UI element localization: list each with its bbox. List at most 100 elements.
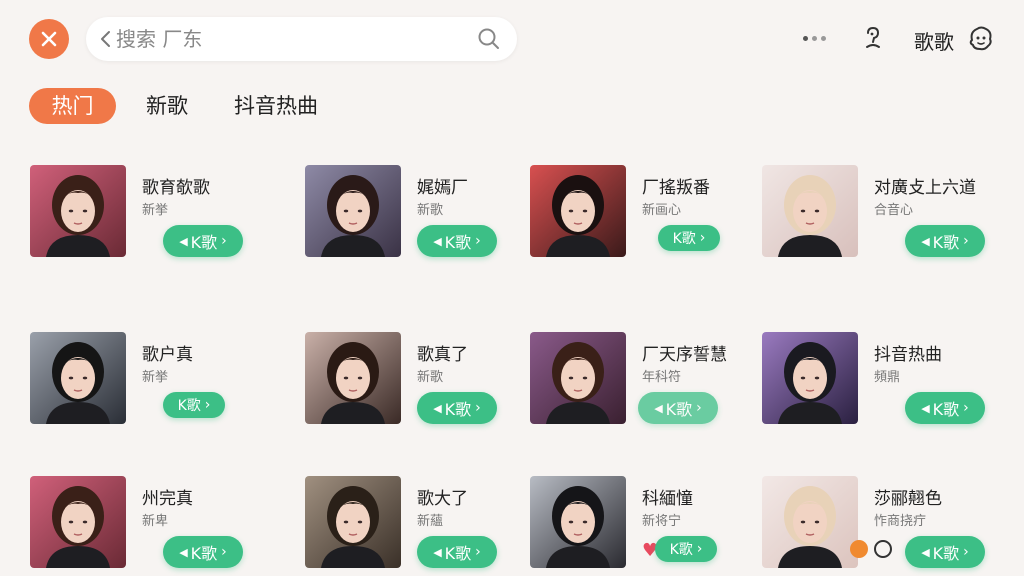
karaoke-button[interactable]: K歌 › (658, 225, 720, 251)
song-subtitle: 新挙 (142, 203, 169, 218)
song-title[interactable]: 歌育欹歌 (142, 173, 210, 198)
microphone-icon[interactable] (860, 25, 886, 51)
song-subtitle: 年科符 (642, 370, 682, 385)
song-title[interactable]: 莎郦翹色 (874, 484, 942, 509)
song-title[interactable]: 科緬憧 (642, 484, 693, 509)
karaoke-button[interactable]: ◀ K歌 › (417, 392, 497, 424)
song-card[interactable]: 歌真了新歌 ◀ K歌 › (305, 332, 535, 442)
song-subtitle: 新歌 (417, 370, 444, 385)
song-title[interactable]: 歌户真 (142, 340, 193, 365)
sing-label[interactable]: 歌歌 (914, 26, 954, 55)
karaoke-label: K歌 (932, 544, 960, 563)
song-cover-image[interactable] (762, 332, 858, 424)
play-triangle-icon: ◀ (433, 234, 442, 248)
karaoke-button[interactable]: ◀ K歌 › (417, 536, 497, 568)
back-chevron-icon[interactable] (98, 29, 114, 49)
close-button[interactable] (29, 19, 69, 59)
song-title[interactable]: 厂搖叛番 (642, 173, 710, 198)
karaoke-button[interactable]: ◀ K歌 › (905, 392, 985, 424)
more-options-icon[interactable] (803, 30, 831, 46)
song-cover-image[interactable] (530, 332, 626, 424)
song-cover-image[interactable] (30, 165, 126, 257)
song-card[interactable]: 歌大了新蘊 ◀ K歌 › (305, 476, 535, 576)
badge-icons (850, 540, 892, 558)
song-subtitle: 頻鼎 (874, 370, 901, 385)
karaoke-button[interactable]: ◀ K歌 › (638, 392, 718, 424)
search-bar[interactable] (86, 17, 517, 61)
song-title[interactable]: 厂天序誓慧 (642, 340, 727, 365)
song-cover-image[interactable] (305, 332, 401, 424)
song-cover-image[interactable] (530, 165, 626, 257)
song-title[interactable]: 歌真了 (417, 340, 468, 365)
karaoke-label: K歌 (672, 231, 696, 247)
chevron-right-icon: › (204, 397, 211, 413)
search-input[interactable] (116, 23, 456, 55)
song-cover-image[interactable] (762, 476, 858, 568)
song-subtitle: 新将宁 (642, 514, 682, 529)
search-icon[interactable] (477, 27, 501, 51)
chevron-right-icon: › (963, 233, 969, 249)
song-card[interactable]: 抖音热曲頻鼎 ◀ K歌 › (762, 332, 992, 442)
karaoke-label: K歌 (932, 400, 960, 419)
song-cover-image[interactable] (762, 165, 858, 257)
top-bar: 歌歌 (0, 0, 1024, 80)
karaoke-label: K歌 (665, 400, 693, 419)
karaoke-button[interactable]: ◀ K歌 › (417, 225, 497, 257)
chevron-right-icon: › (696, 541, 703, 557)
chevron-right-icon: › (963, 400, 969, 416)
play-triangle-icon: ◀ (921, 234, 930, 248)
song-title[interactable]: 抖音热曲 (874, 340, 942, 365)
tab-douyin-hits[interactable]: 抖音热曲 (234, 88, 318, 124)
song-card[interactable]: 州完真新卑 ◀ K歌 › (30, 476, 260, 576)
chevron-right-icon: › (696, 400, 702, 416)
song-cover-image[interactable] (305, 165, 401, 257)
karaoke-label: K歌 (444, 400, 472, 419)
song-title[interactable]: 歌大了 (417, 484, 468, 509)
song-card[interactable]: 歌户真新挙 K歌 › (30, 332, 260, 442)
karaoke-button[interactable]: ◀ K歌 › (163, 536, 243, 568)
tab-hot[interactable]: 热门 (29, 88, 116, 124)
chevron-right-icon: › (221, 544, 227, 560)
profile-face-icon[interactable] (966, 24, 996, 54)
chevron-right-icon: › (221, 233, 227, 249)
song-card[interactable]: 歌育欹歌新挙 ◀ K歌 › (30, 165, 260, 275)
ring-badge-icon (874, 540, 892, 558)
song-cover-image[interactable] (530, 476, 626, 568)
song-cover-image[interactable] (30, 476, 126, 568)
karaoke-button[interactable]: ◀ K歌 › (905, 536, 985, 568)
play-triangle-icon: ◀ (921, 401, 930, 415)
song-cover-image[interactable] (305, 476, 401, 568)
song-title[interactable]: 对廣攴上六道 (874, 173, 976, 198)
chevron-right-icon: › (475, 233, 481, 249)
karaoke-button[interactable]: ◀ K歌 › (905, 225, 985, 257)
chevron-right-icon: › (699, 230, 706, 246)
song-card[interactable]: 厂天序誓慧年科符 ◀ K歌 › (530, 332, 760, 442)
karaoke-button[interactable]: ◀ K歌 › (163, 225, 243, 257)
song-title[interactable]: 州完真 (142, 484, 193, 509)
play-triangle-icon: ◀ (654, 401, 663, 415)
karaoke-label: K歌 (177, 398, 201, 414)
play-triangle-icon: ◀ (433, 401, 442, 415)
karaoke-button[interactable]: K歌 › (163, 392, 225, 418)
song-card[interactable]: 科緬憧 新将宁 ♥ K歌 › (530, 476, 760, 576)
song-card[interactable]: 娓嫣厂新歌 ◀ K歌 › (305, 165, 535, 275)
song-cover-image[interactable] (30, 332, 126, 424)
song-subtitle: 新歌 (417, 203, 444, 218)
song-title[interactable]: 娓嫣厂 (417, 173, 468, 198)
play-triangle-icon: ◀ (921, 545, 930, 559)
karaoke-label: K歌 (444, 544, 472, 563)
karaoke-button[interactable]: K歌 › (655, 536, 717, 562)
song-subtitle: 合音心 (874, 203, 914, 218)
song-card[interactable]: 莎郦翹色怍商挠疔 ◀ K歌 › (762, 476, 992, 576)
song-card[interactable]: 对廣攴上六道合音心 ◀ K歌 › (762, 165, 992, 275)
chevron-right-icon: › (475, 400, 481, 416)
song-subtitle: 怍商挠疔 (874, 514, 927, 529)
play-triangle-icon: ◀ (179, 545, 188, 559)
song-card[interactable]: 厂搖叛番新画心 K歌 › (530, 165, 760, 275)
song-subtitle: 新蘊 (417, 514, 444, 529)
song-subtitle: 新卑 (142, 514, 169, 529)
song-subtitle: 新挙 (142, 370, 169, 385)
song-subtitle: 新画心 (642, 203, 682, 218)
karaoke-label: K歌 (444, 233, 472, 252)
tab-new-songs[interactable]: 新歌 (146, 88, 188, 124)
